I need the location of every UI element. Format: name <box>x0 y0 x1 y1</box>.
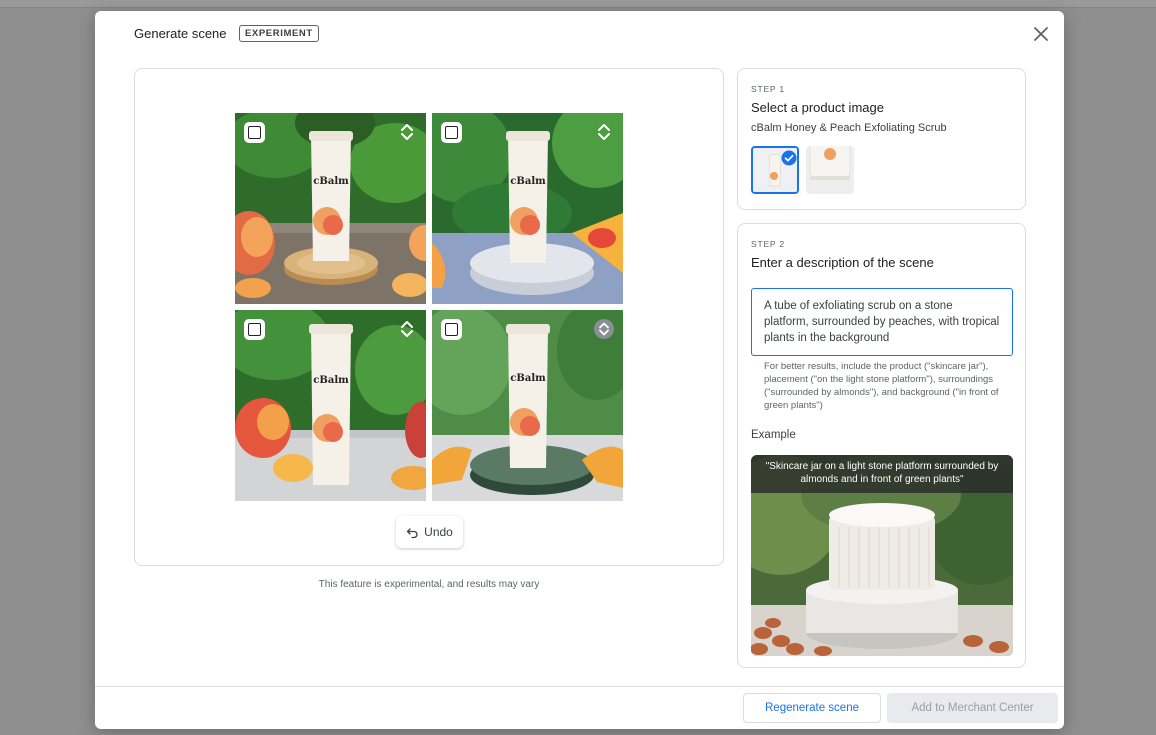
undo-icon <box>407 527 418 538</box>
example-label: Example <box>751 429 796 441</box>
step2-card: STEP 2 Enter a description of the scene … <box>737 223 1026 668</box>
generate-scene-dialog: Generate scene EXPERIMENT cBalm cBalm cB… <box>95 11 1064 729</box>
tile-checkbox[interactable] <box>244 319 265 340</box>
product-brand-label: cBalm <box>510 373 546 384</box>
reorder-handle-icon[interactable] <box>397 319 417 339</box>
experiment-badge: EXPERIMENT <box>239 25 319 42</box>
scene-description-input[interactable]: A tube of exfoliating scrub on a stone p… <box>751 288 1013 356</box>
step2-title: Enter a description of the scene <box>751 255 934 270</box>
undo-button[interactable]: Undo <box>396 516 463 548</box>
experimental-disclaimer: This feature is experimental, and result… <box>318 579 540 590</box>
tile-checkbox[interactable] <box>441 319 462 340</box>
scene-tile[interactable]: cBalm <box>432 113 623 304</box>
step2-label: STEP 2 <box>751 239 785 249</box>
product-brand-label: cBalm <box>313 375 349 386</box>
product-brand-label: cBalm <box>313 176 349 187</box>
background-page-strip <box>0 0 1156 8</box>
product-thumbnail[interactable] <box>806 146 854 194</box>
tile-checkbox[interactable] <box>244 122 265 143</box>
product-brand-label: cBalm <box>510 176 546 187</box>
close-icon[interactable] <box>1030 23 1052 45</box>
scene-tile[interactable]: cBalm <box>235 310 426 501</box>
example-caption: "Skincare jar on a light stone platform … <box>751 455 1013 493</box>
dialog-title: Generate scene <box>134 26 227 41</box>
undo-label: Undo <box>424 525 453 539</box>
generated-scenes-panel: cBalm cBalm cBalm cBalm Undo <box>134 68 724 566</box>
step1-card: STEP 1 Select a product image cBalm Hone… <box>737 68 1026 210</box>
regenerate-scene-button[interactable]: Regenerate scene <box>743 693 881 723</box>
product-thumbnail-image <box>806 146 854 194</box>
scene-tile[interactable]: cBalm <box>235 113 426 304</box>
reorder-handle-icon[interactable] <box>397 122 417 142</box>
tile-checkbox[interactable] <box>441 122 462 143</box>
scene-image <box>432 310 623 501</box>
reorder-handle-icon[interactable] <box>594 122 614 142</box>
description-hint: For better results, include the product … <box>764 361 999 411</box>
step1-label: STEP 1 <box>751 84 785 94</box>
scene-grid: cBalm cBalm cBalm cBalm <box>235 113 623 501</box>
reorder-handle-icon[interactable] <box>594 319 614 339</box>
scene-tile[interactable]: cBalm <box>432 310 623 501</box>
selected-check-icon <box>781 150 797 166</box>
example-image: "Skincare jar on a light stone platform … <box>751 455 1013 656</box>
product-name: cBalm Honey & Peach Exfoliating Scrub <box>751 122 947 134</box>
footer-divider <box>95 686 1064 687</box>
step1-title: Select a product image <box>751 100 884 115</box>
add-to-merchant-center-button[interactable]: Add to Merchant Center <box>887 693 1058 723</box>
